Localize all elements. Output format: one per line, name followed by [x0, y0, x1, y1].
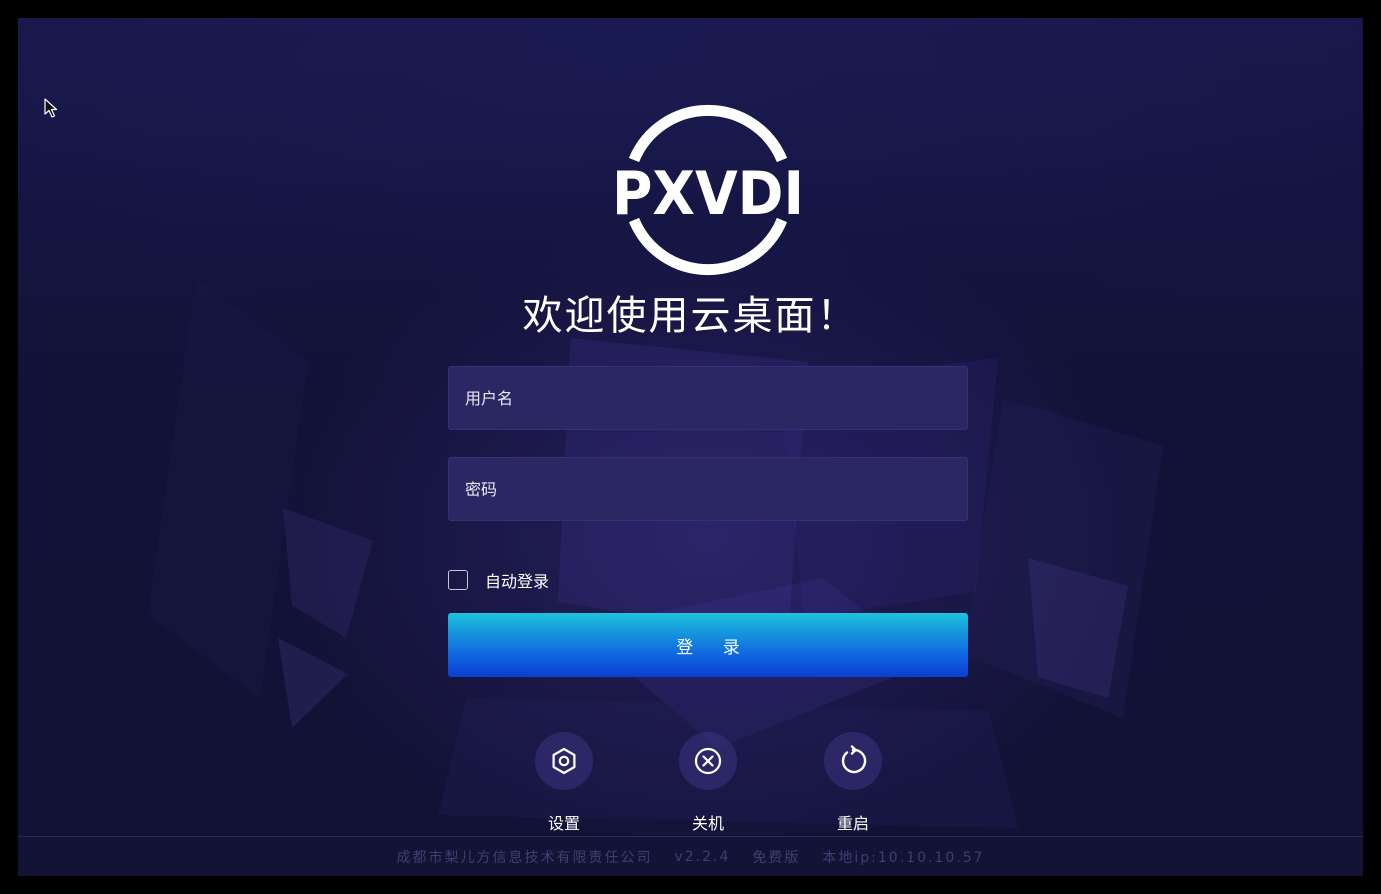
shutdown-icon: [694, 747, 722, 775]
background-facet: [963, 398, 1163, 718]
company-name: 成都市梨儿方信息技术有限责任公司: [396, 850, 653, 866]
settings-button[interactable]: 设置: [519, 732, 609, 834]
shutdown-button[interactable]: 关机: [663, 732, 753, 834]
auto-login-checkbox[interactable]: [448, 570, 468, 590]
restart-button[interactable]: 重启: [808, 732, 898, 834]
username-input[interactable]: [448, 366, 968, 430]
logo-text: PXVDI: [612, 159, 804, 229]
settings-icon: [552, 747, 576, 775]
login-screen: PXVDI 欢迎使用云桌面！ 自动登录 登 录 设置 关机: [18, 18, 1363, 876]
local-ip-text: 本地ip:10.10.10.57: [822, 850, 985, 866]
settings-label: 设置: [547, 814, 580, 833]
pxvdi-logo: PXVDI: [612, 104, 804, 276]
restart-circle[interactable]: [824, 732, 882, 790]
background-facet: [1028, 558, 1128, 698]
settings-circle[interactable]: [535, 732, 593, 790]
footer-bar: 成都市梨儿方信息技术有限责任公司 v2.2.4 免费版 本地ip:10.10.1…: [18, 836, 1363, 876]
background-facet: [148, 278, 308, 698]
login-button[interactable]: 登 录: [448, 613, 968, 677]
shutdown-label: 关机: [691, 814, 724, 833]
auto-login-label: 自动登录: [485, 572, 550, 591]
restart-icon: [841, 745, 867, 774]
mouse-cursor-icon: [44, 98, 58, 118]
welcome-title: 欢迎使用云桌面！: [522, 293, 859, 339]
auto-login-option[interactable]: 自动登录: [448, 568, 549, 592]
background-facet: [278, 638, 348, 728]
edition-text: 免费版: [752, 850, 801, 866]
shutdown-circle[interactable]: [679, 732, 737, 790]
background-facet: [283, 508, 373, 638]
password-input[interactable]: [448, 457, 968, 521]
version-text: v2.2.4: [674, 849, 731, 865]
restart-label: 重启: [836, 814, 869, 833]
